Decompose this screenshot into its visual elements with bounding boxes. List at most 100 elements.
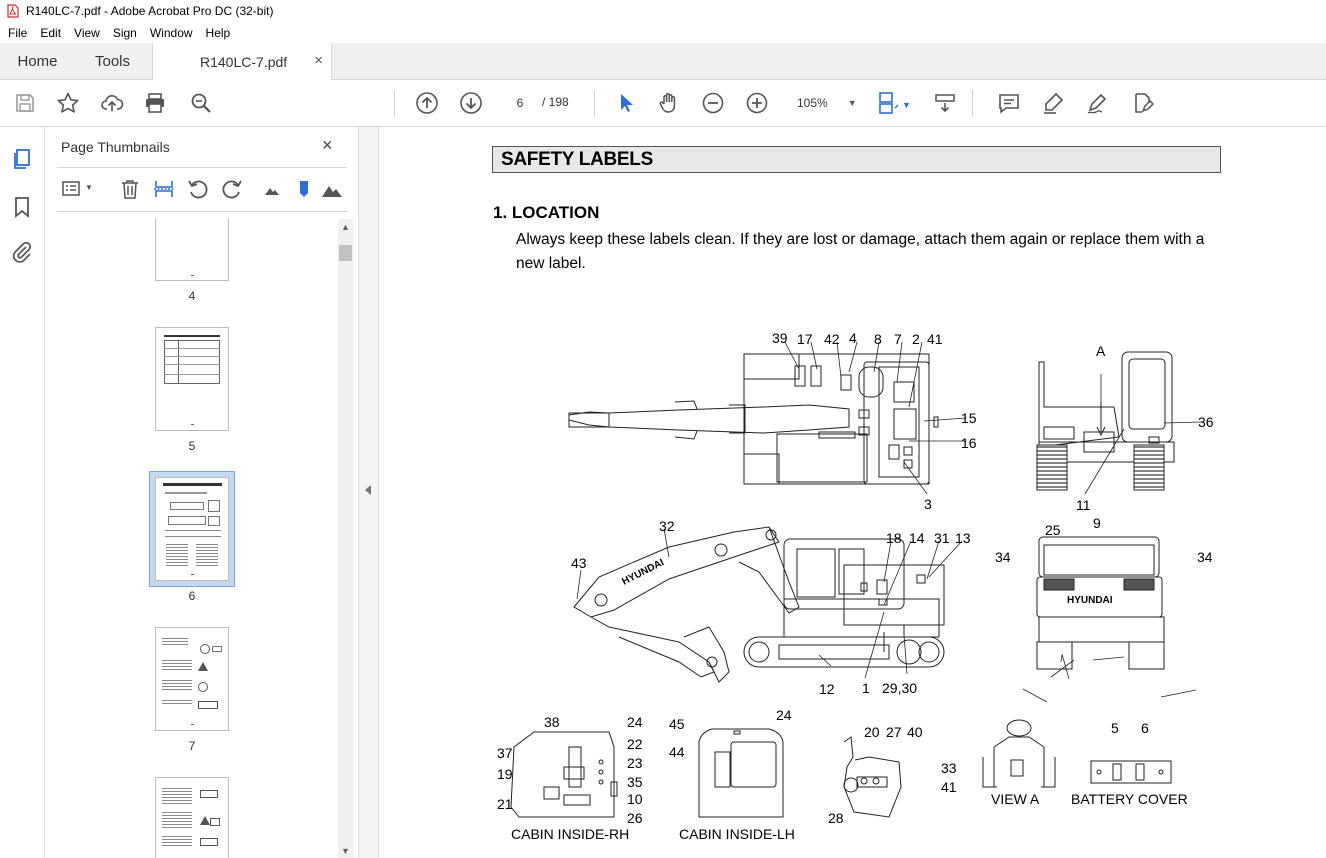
callout-10: 10 — [627, 791, 643, 807]
comment-icon[interactable] — [997, 91, 1021, 115]
attachment-paperclip-icon[interactable] — [10, 240, 34, 264]
top-view-drawing — [568, 353, 939, 485]
page-number-input[interactable]: 6 — [502, 91, 538, 115]
options-chevron-icon[interactable]: ▼ — [85, 183, 93, 192]
callout-43: 43 — [571, 555, 587, 571]
collapse-panel-icon[interactable] — [365, 485, 371, 495]
pdf-app-icon — [7, 4, 19, 18]
fit-page-icon[interactable] — [876, 91, 900, 115]
menu-sign[interactable]: Sign — [113, 26, 137, 40]
thumbnail-scrollbar[interactable]: ▲ ▼ — [338, 219, 353, 858]
panel-splitter[interactable] — [358, 127, 379, 858]
callout-34-right: 34 — [1197, 549, 1213, 565]
select-cursor-icon[interactable] — [614, 91, 638, 115]
menu-view[interactable]: View — [74, 26, 100, 40]
fill-sign-icon[interactable] — [1130, 91, 1155, 115]
callout-25: 25 — [1045, 522, 1061, 538]
callout-26: 26 — [627, 810, 643, 826]
upload-cloud-icon[interactable] — [100, 91, 124, 115]
menu-edit[interactable]: Edit — [40, 26, 61, 40]
page-thumbnails-icon[interactable] — [10, 147, 34, 171]
star-bookmark-icon[interactable] — [56, 91, 80, 115]
document-view[interactable]: SAFETY LABELS 1. LOCATION Always keep th… — [379, 127, 1326, 858]
scroll-up-icon[interactable]: ▲ — [341, 222, 350, 232]
view-a-drawing — [982, 719, 1056, 788]
thumbnail-page-8[interactable] — [155, 777, 229, 858]
options-menu-icon[interactable] — [61, 178, 83, 200]
thumbnail-page-number: 6 — [188, 589, 196, 603]
caption-view-a: VIEW A — [991, 791, 1040, 807]
zoom-in-icon[interactable] — [745, 91, 769, 115]
tab-close-icon[interactable]: × — [314, 52, 323, 69]
callout-1: 1 — [862, 680, 870, 696]
scroll-down-icon[interactable]: ▼ — [341, 846, 350, 856]
callout-9: 9 — [1093, 515, 1101, 531]
previous-page-icon[interactable] — [415, 91, 439, 115]
battery-cover-drawing — [1090, 760, 1172, 784]
cabin-rh-drawing — [510, 731, 618, 818]
thumbnail-page-4[interactable] — [155, 218, 229, 281]
thumbnail-size-slider-icon[interactable] — [293, 178, 315, 200]
location-title: 1. LOCATION — [493, 203, 600, 222]
tab-bar: Home Tools R140LC-7.pdf × — [0, 43, 1326, 81]
callout-3: 3 — [924, 496, 932, 512]
callout-44: 44 — [669, 744, 685, 760]
draw-sign-icon[interactable] — [1085, 91, 1109, 115]
callout-39: 39 — [772, 330, 788, 346]
title-bar: R140LC-7.pdf - Adobe Acrobat Pro DC (32-… — [0, 0, 1326, 22]
track-rollers — [748, 639, 940, 665]
callout-11: 11 — [1076, 497, 1091, 513]
callout-37: 37 — [497, 745, 513, 761]
panel-divider — [57, 167, 347, 168]
callout-19: 19 — [497, 766, 513, 782]
rotate-left-icon[interactable] — [187, 178, 209, 200]
hand-tool-icon[interactable] — [657, 91, 681, 115]
callout-40: 40 — [907, 724, 923, 740]
chevron-down-icon: ▼ — [847, 98, 857, 108]
callout-27: 27 — [886, 724, 902, 740]
delete-trash-icon[interactable] — [119, 178, 141, 200]
callout-6: 6 — [1141, 720, 1149, 736]
find-zoom-icon[interactable] — [189, 91, 213, 115]
caption-cabin-rh: CABIN INSIDE-RH — [511, 826, 629, 842]
panel-close-icon[interactable]: × — [322, 135, 333, 156]
thumbnail-page-6[interactable] — [155, 477, 229, 581]
bookmark-icon[interactable] — [10, 195, 34, 219]
brand-boom: HYUNDAI — [620, 557, 666, 588]
menu-help[interactable]: Help — [206, 26, 231, 40]
zoom-dropdown[interactable]: 105% ▼ — [787, 91, 857, 115]
callout-16: 16 — [961, 435, 977, 451]
window-title: R140LC-7.pdf - Adobe Acrobat Pro DC (32-… — [26, 4, 274, 18]
extract-pages-icon[interactable] — [153, 178, 175, 200]
side-view-drawing — [573, 526, 945, 683]
large-thumbnails-icon[interactable] — [321, 178, 343, 200]
next-page-icon[interactable] — [459, 91, 483, 115]
tab-home[interactable]: Home — [0, 43, 75, 80]
menu-file[interactable]: File — [8, 26, 27, 40]
tab-tools[interactable]: Tools — [75, 43, 150, 80]
highlight-pen-icon[interactable] — [1041, 91, 1065, 115]
menu-window[interactable]: Window — [150, 26, 193, 40]
scroll-mode-icon[interactable] — [933, 91, 957, 115]
save-icon[interactable] — [13, 91, 37, 115]
callout-15: 15 — [961, 410, 977, 426]
panel-divider — [57, 211, 347, 212]
thumbnail-page-5[interactable] — [155, 327, 229, 431]
acrobat-window: R140LC-7.pdf - Adobe Acrobat Pro DC (32-… — [0, 0, 1326, 858]
zoom-out-icon[interactable] — [701, 91, 725, 115]
thumbnail-page-7[interactable] — [155, 627, 229, 731]
print-icon[interactable] — [143, 91, 167, 115]
fit-page-chevron-icon[interactable]: ▼ — [902, 100, 911, 110]
menu-bar: File Edit View Sign Window Help — [0, 22, 1326, 43]
toolbar-separator — [394, 90, 395, 116]
cabin-lh-drawing — [698, 728, 784, 818]
brand-rear: HYUNDAI — [1067, 595, 1113, 606]
tab-document[interactable]: R140LC-7.pdf × — [152, 43, 332, 81]
callout-24-lh: 24 — [776, 707, 792, 723]
scrollbar-thumb[interactable] — [339, 245, 352, 261]
callout-23: 23 — [627, 755, 643, 771]
rotate-right-icon[interactable] — [221, 178, 243, 200]
page-total: / 198 — [542, 95, 569, 109]
small-thumbnails-icon[interactable] — [261, 178, 283, 200]
callout-2: 2 — [912, 331, 920, 347]
